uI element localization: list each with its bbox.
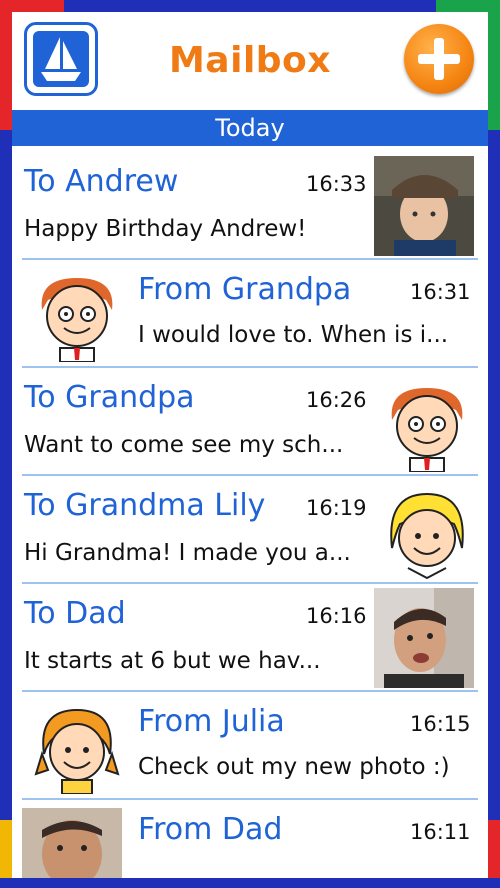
girl-avatar-icon: [34, 702, 120, 794]
message-preview: Check out my new photo :): [138, 754, 450, 780]
message-recipient: To Grandma Lily: [24, 488, 266, 523]
frame-segment-bottom: [0, 878, 500, 888]
list-item[interactable]: From Grandpa 16:31 I would love to. When…: [12, 260, 488, 368]
message-time: 16:19: [306, 496, 367, 520]
list-item[interactable]: To Dad 16:16 It starts at 6 but we hav..…: [12, 584, 488, 692]
message-time: 16:26: [306, 388, 367, 412]
header: Mailbox: [12, 12, 488, 110]
grandma-avatar-icon: [384, 488, 470, 580]
message-time: 16:31: [410, 280, 471, 304]
contact-photo: [374, 588, 474, 688]
list-item[interactable]: To Andrew 16:33 Happy Birthday Andrew!: [12, 152, 488, 260]
list-item[interactable]: From Dad 16:11: [12, 800, 488, 878]
list-item[interactable]: To Grandpa 16:26 Want to come see my sch…: [12, 368, 488, 476]
frame-segment-blue: [64, 0, 436, 12]
frame-segment-green-right: [488, 0, 500, 130]
message-recipient: To Dad: [24, 596, 126, 631]
message-sender: From Julia: [138, 704, 285, 739]
contact-photo: [22, 808, 122, 878]
message-sender: From Dad: [138, 812, 283, 847]
message-recipient: To Grandpa: [24, 380, 195, 415]
message-preview: Want to come see my sch...: [24, 432, 344, 458]
plus-icon-vertical: [434, 38, 444, 80]
frame-segment-red-left: [0, 0, 12, 130]
message-time: 16:15: [410, 712, 471, 736]
message-preview: Happy Birthday Andrew!: [24, 216, 307, 242]
grandpa-avatar-icon: [34, 270, 120, 362]
contact-photo: [374, 156, 474, 256]
frame-segment-blue-right: [488, 130, 500, 820]
list-item[interactable]: To Grandma Lily 16:19 Hi Grandma! I made…: [12, 476, 488, 584]
message-sender: From Grandpa: [138, 272, 352, 307]
message-recipient: To Andrew: [24, 164, 179, 199]
section-header-today: Today: [12, 110, 488, 146]
message-time: 16:16: [306, 604, 367, 628]
message-time: 16:11: [410, 820, 471, 844]
mailbox-screen: Mailbox Today To Andrew 16:33 Happy Birt…: [12, 12, 488, 878]
message-preview: I would love to. When is i...: [138, 322, 449, 348]
grandpa-avatar-icon: [384, 380, 470, 472]
frame-segment-blue-left: [0, 130, 12, 820]
message-preview: It starts at 6 but we hav...: [24, 648, 321, 674]
list-item[interactable]: From Julia 16:15 Check out my new photo …: [12, 692, 488, 800]
message-preview: Hi Grandma! I made you a...: [24, 540, 351, 566]
add-message-button[interactable]: [404, 24, 474, 94]
message-time: 16:33: [306, 172, 367, 196]
